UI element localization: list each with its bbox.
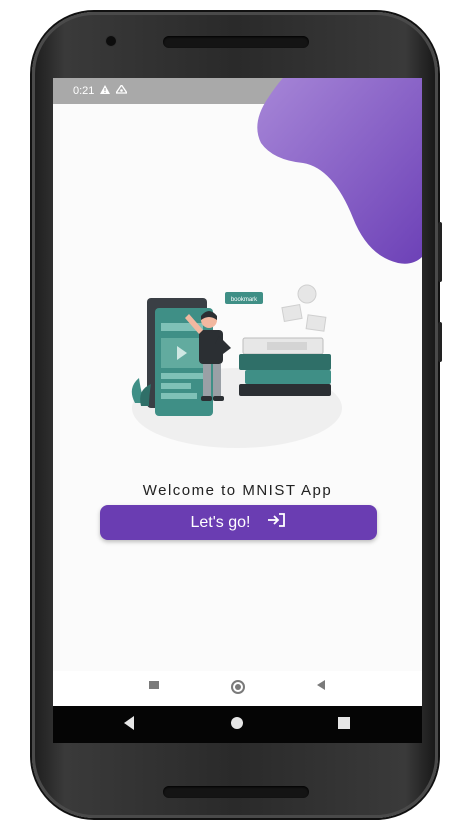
welcome-title: Welcome to MNIST App — [142, 482, 333, 499]
reading-person-illustration: bookmark — [131, 284, 342, 448]
lets-go-button[interactable]: Let's go! — [100, 505, 377, 540]
screen: 0:21 bookmark Welcome to MNIST App Let's… — [53, 78, 422, 743]
front-camera — [106, 36, 116, 46]
login-arrow-icon — [266, 512, 286, 533]
warning-icon — [100, 85, 111, 97]
app-navigation-bar — [53, 671, 422, 706]
power-button[interactable] — [438, 322, 442, 362]
phone-frame: 0:21 bookmark Welcome to MNIST App Let's… — [32, 12, 442, 818]
volume-button[interactable] — [438, 222, 442, 282]
system-navigation-bar — [53, 706, 422, 743]
back-icon[interactable] — [122, 715, 136, 736]
data-saver-icon — [115, 83, 129, 98]
home-circle-icon[interactable] — [230, 679, 246, 698]
status-time: 0:21 — [73, 85, 95, 97]
overview-icon[interactable] — [337, 715, 351, 735]
top-speaker — [163, 36, 309, 48]
lets-go-label: Let's go! — [190, 513, 251, 531]
bottom-speaker — [163, 786, 309, 798]
home-icon[interactable] — [230, 715, 244, 735]
bookmark-label: bookmark — [231, 297, 258, 303]
purple-blob-decoration — [257, 78, 422, 264]
recents-square-icon[interactable] — [148, 679, 160, 694]
back-triangle-icon[interactable] — [315, 679, 327, 694]
